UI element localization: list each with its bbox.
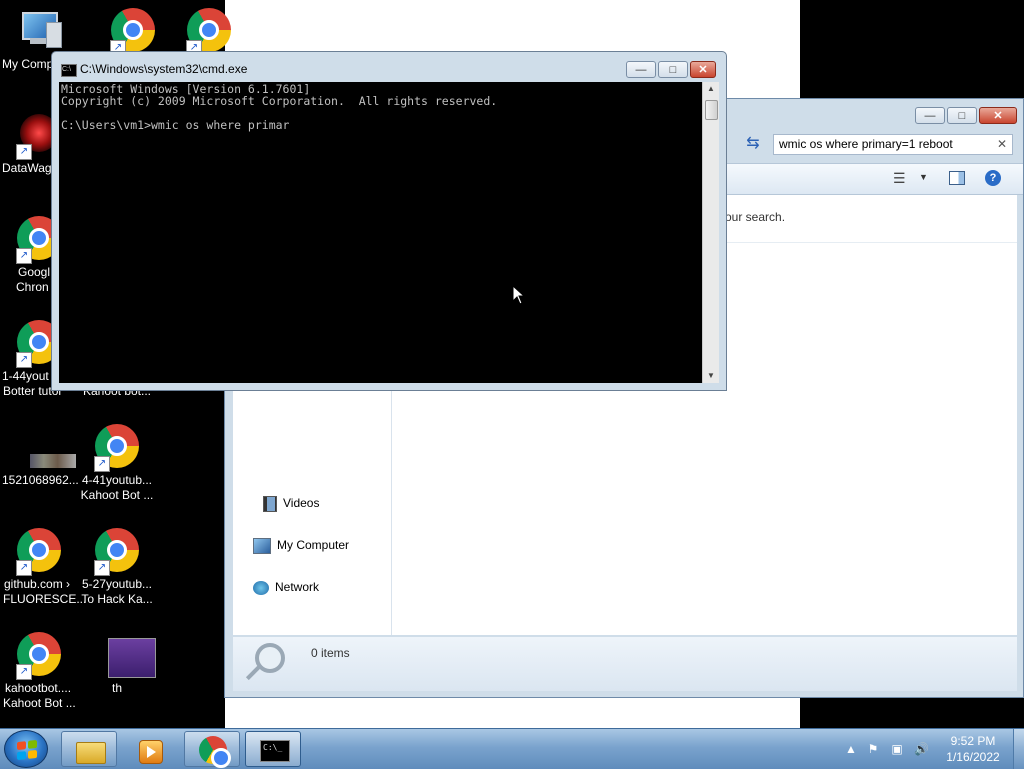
desktop-icon-label: 5-27youtub... — [81, 577, 153, 591]
desktop-icon-label: FLUORESCE... — [3, 592, 87, 606]
shortcut-arrow-icon: ↗ — [16, 560, 32, 576]
desktop-icon-kahootbot[interactable]: ↗ kahootbot.... Kahoot Bot ... — [0, 632, 78, 711]
shortcut-arrow-icon: ↗ — [94, 456, 110, 472]
network-icon — [253, 580, 269, 595]
taskbar-explorer-button[interactable] — [61, 731, 117, 767]
clock-time: 9:52 PM — [950, 734, 996, 748]
desktop-icon-github[interactable]: ↗ github.com › FLUORESCE... — [0, 528, 87, 607]
search-query: wmic os where primary=1 reboot — [779, 137, 953, 151]
desktop-icon-label: To Hack Ka... — [81, 592, 153, 606]
preview-pane-icon[interactable] — [949, 171, 965, 185]
view-options-icon[interactable]: ☰ — [893, 170, 906, 187]
volume-icon[interactable]: 🔊 — [914, 742, 929, 756]
mouse-cursor-icon — [512, 285, 526, 305]
nav-item-network[interactable]: Network — [253, 577, 319, 597]
maximize-button[interactable]: □ — [947, 107, 977, 124]
desktop-icon-4-41youtube[interactable]: ↗ 4-41youtub... Kahoot Bot ... — [78, 424, 156, 503]
image-thumbnail-icon — [94, 632, 156, 678]
search-input[interactable]: wmic os where primary=1 reboot ✕ — [773, 134, 1013, 155]
cmd-icon-text: C:\_ — [263, 743, 283, 752]
desktop-icon-label: th — [111, 681, 122, 695]
shortcut-arrow-icon: ↗ — [16, 664, 32, 680]
console-area[interactable]: Microsoft Windows [Version 6.1.7601] Cop… — [59, 82, 702, 383]
network-icon[interactable]: ▣ — [890, 742, 904, 756]
desktop-icon-image-file[interactable]: 1521068962... — [0, 424, 79, 488]
computer-icon — [16, 8, 62, 54]
maximize-button[interactable]: □ — [658, 61, 688, 78]
vertical-scrollbar[interactable]: ▲ ▼ — [702, 82, 719, 383]
cmd-icon: C:\ — [61, 64, 77, 77]
shortcut-arrow-icon: ↗ — [16, 144, 32, 160]
search-message: our search. — [725, 210, 786, 224]
explorer-window-controls: — □ ✕ — [915, 107, 1017, 124]
computer-icon — [253, 537, 271, 554]
show-hidden-icons-icon[interactable]: ▲ — [844, 742, 858, 756]
taskbar-chrome-button[interactable] — [184, 731, 240, 768]
system-clock[interactable]: 9:52 PM 1/16/2022 — [928, 733, 1018, 765]
close-button[interactable]: ✕ — [690, 61, 716, 78]
taskbar-cmd-button[interactable]: C:\_ — [245, 731, 301, 767]
scroll-up-button[interactable]: ▲ — [703, 82, 719, 96]
close-button[interactable]: ✕ — [979, 107, 1017, 124]
refresh-icon: ⇆ — [746, 135, 760, 152]
details-pane: 0 items — [233, 637, 1017, 691]
desktop-icon-label: Kahoot Bot ... — [3, 696, 76, 710]
desktop-icon-label: github.com › — [4, 577, 71, 591]
desktop-icon-label: 4-41youtub... — [81, 473, 153, 487]
desktop-icon-label: Kahoot Bot ... — [80, 488, 154, 502]
console-output: Microsoft Windows [Version 6.1.7601] Cop… — [61, 82, 498, 132]
chrome-icon-wrap — [199, 736, 231, 768]
cmd-icon: C:\_ — [260, 740, 290, 762]
taskbar-media-player-button[interactable] — [122, 731, 178, 767]
desktop-icon-label: kahootbot.... — [5, 681, 72, 695]
taskbar: C:\_ ▲ ⚑ ▣ 🔊 9:52 PM 1/16/2022 — [0, 728, 1024, 769]
action-center-flag-icon[interactable]: ⚑ — [866, 742, 880, 756]
windows-logo-icon — [17, 739, 37, 761]
show-desktop-button[interactable] — [1013, 729, 1024, 769]
nav-label: Network — [275, 580, 320, 594]
folder-icon — [76, 738, 106, 764]
image-thumbnail-icon — [16, 424, 76, 470]
shortcut-arrow-icon: ↗ — [16, 352, 32, 368]
refresh-button[interactable]: ⇆ — [741, 134, 765, 155]
help-icon[interactable]: ? — [985, 170, 1001, 186]
media-player-icon — [137, 738, 165, 764]
shortcut-arrow-icon: ↗ — [16, 248, 32, 264]
window-title: C:\Windows\system32\cmd.exe — [80, 62, 248, 76]
desktop-icon-chrome-top-2[interactable]: ↗ — [170, 8, 248, 57]
item-count: 0 items — [311, 646, 350, 660]
desktop-icon-th[interactable]: th — [78, 632, 156, 696]
nav-label: My Computer — [277, 538, 350, 552]
search-icon-handle — [245, 665, 261, 681]
start-button[interactable] — [4, 730, 48, 768]
chrome-icon — [199, 736, 231, 768]
desktop-icon-label: 1521068962... — [2, 473, 79, 487]
scroll-down-button[interactable]: ▼ — [703, 369, 719, 383]
cmd-window-controls: — □ ✕ — [626, 61, 716, 78]
clock-date: 1/16/2022 — [946, 750, 1000, 764]
shortcut-arrow-icon: ↗ — [94, 560, 110, 576]
minimize-button[interactable]: — — [626, 61, 656, 78]
nav-label: Videos — [283, 496, 320, 510]
minimize-button[interactable]: — — [915, 107, 945, 124]
clear-search-button[interactable]: ✕ — [997, 135, 1007, 154]
desktop-icon-5-27youtube[interactable]: ↗ 5-27youtub... To Hack Ka... — [78, 528, 156, 607]
chevron-down-icon[interactable]: ▼ — [919, 172, 928, 182]
desktop-icon-chrome-top-1[interactable]: ↗ — [94, 8, 172, 57]
videos-icon — [263, 495, 277, 512]
cmd-window: C:\ C:\Windows\system32\cmd.exe — □ ✕ Mi… — [51, 51, 727, 391]
scroll-thumb[interactable] — [705, 100, 718, 120]
nav-item-videos[interactable]: Videos — [263, 493, 319, 513]
nav-item-my-computer[interactable]: My Computer — [253, 535, 349, 555]
